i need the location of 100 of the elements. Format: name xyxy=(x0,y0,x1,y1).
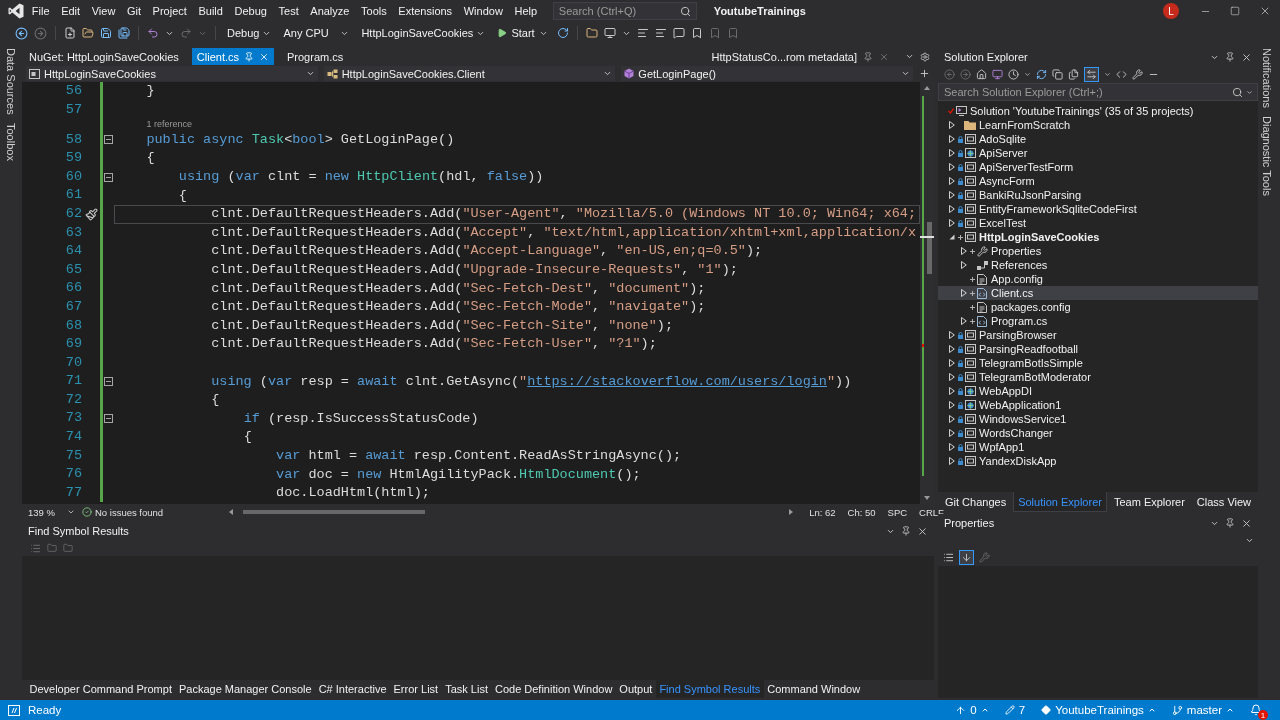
close-icon[interactable] xyxy=(1241,51,1252,63)
bell-icon[interactable] xyxy=(1250,704,1262,716)
caret-icon[interactable] xyxy=(1246,88,1253,96)
code-icon[interactable] xyxy=(1116,69,1127,80)
undo-icon[interactable] xyxy=(147,27,159,39)
paintbrush-icon[interactable] xyxy=(84,207,98,221)
tree-item[interactable]: EntityFrameworkSqliteCodeFirst xyxy=(938,202,1258,216)
close-icon[interactable] xyxy=(1241,517,1252,529)
maximize-icon[interactable] xyxy=(1230,6,1240,16)
outgoing-commits-button[interactable]: 0 xyxy=(955,704,989,716)
tree-item[interactable]: App.config xyxy=(938,272,1258,286)
align-left-icon[interactable] xyxy=(636,27,649,39)
menu-item[interactable]: Analyze xyxy=(304,0,356,22)
panel-tab[interactable]: Git Changes xyxy=(940,492,1012,512)
pin-icon[interactable] xyxy=(901,526,911,536)
tree-item[interactable]: packages.config xyxy=(938,300,1258,314)
startup-project-dropdown[interactable]: HttpLoginSaveCookies xyxy=(358,24,489,42)
start-button[interactable]: Start xyxy=(494,24,551,42)
settings-icon[interactable] xyxy=(920,51,930,62)
menu-item[interactable]: Test xyxy=(272,0,305,22)
navigation-dropdown[interactable]: HttpLoginSaveCookies xyxy=(26,66,318,81)
panel-tab[interactable]: C# Interactive xyxy=(315,680,391,698)
tree-item[interactable]: HttpLoginSaveCookies xyxy=(938,230,1258,244)
panel-tab[interactable]: Output xyxy=(615,680,656,698)
monitor-icon[interactable] xyxy=(603,27,616,39)
pin-icon[interactable] xyxy=(1225,52,1235,62)
tree-item[interactable]: Program.cs xyxy=(938,314,1258,328)
collapsed-arrow-icon[interactable] xyxy=(948,457,955,465)
arrow-down-icon[interactable] xyxy=(959,549,974,565)
repository-button[interactable]: YoutubeTrainings xyxy=(1041,704,1156,716)
tree-item[interactable]: WpfApp1 xyxy=(938,440,1258,454)
tree-item[interactable]: BankiRuJsonParsing xyxy=(938,188,1258,202)
collapsed-arrow-icon[interactable] xyxy=(948,191,955,199)
tree-item[interactable]: ParsingBrowser xyxy=(938,328,1258,342)
issues-indicator[interactable]: No issues found xyxy=(82,506,164,518)
collapsed-arrow-icon[interactable] xyxy=(948,373,955,381)
pin-icon[interactable] xyxy=(1225,518,1235,528)
plus-icon[interactable] xyxy=(919,68,930,79)
redo-icon[interactable] xyxy=(180,27,192,39)
check-circle-icon[interactable] xyxy=(82,507,92,517)
forward-icon[interactable] xyxy=(34,26,47,40)
caret-icon[interactable] xyxy=(66,508,75,516)
menu-item[interactable]: Help xyxy=(508,0,543,22)
menu-item[interactable]: Extensions xyxy=(392,0,458,22)
collapsed-arrow-icon[interactable] xyxy=(960,317,967,325)
collapsed-arrow-icon[interactable] xyxy=(948,177,955,185)
tree-item[interactable]: YandexDiskApp xyxy=(938,454,1258,468)
menu-item[interactable]: Debug xyxy=(228,0,273,22)
collapsed-arrow-icon[interactable] xyxy=(948,219,955,227)
platform-dropdown[interactable]: Any CPU xyxy=(280,24,353,42)
menu-item[interactable]: Project xyxy=(146,0,193,22)
branch-button[interactable]: master xyxy=(1171,704,1234,716)
menu-item[interactable]: Tools xyxy=(355,0,393,22)
pin-icon[interactable] xyxy=(863,51,873,62)
panel-tab[interactable]: Package Manager Console xyxy=(175,680,316,698)
tree-item[interactable]: ParsingReadfootball xyxy=(938,342,1258,356)
branch-icon[interactable] xyxy=(1171,704,1183,716)
menu-item[interactable]: View xyxy=(85,0,122,22)
wrench-icon[interactable] xyxy=(1132,69,1143,80)
caret-icon[interactable] xyxy=(980,706,989,714)
collapse-icon[interactable] xyxy=(104,135,113,145)
copy-icon[interactable] xyxy=(1052,69,1063,80)
collapsed-arrow-icon[interactable] xyxy=(948,443,955,451)
folder-icon[interactable] xyxy=(585,27,598,39)
caret-icon[interactable] xyxy=(603,69,613,78)
clock-icon[interactable] xyxy=(1008,69,1019,80)
tree-item[interactable]: WebApplication1 xyxy=(938,398,1258,412)
search-icon[interactable] xyxy=(1232,86,1243,98)
side-tab[interactable]: Notifications xyxy=(1261,48,1273,108)
menu-item[interactable]: File xyxy=(26,0,56,22)
tree-item[interactable]: Client.cs xyxy=(938,286,1258,300)
refresh-icon[interactable] xyxy=(1036,69,1047,80)
tree-item[interactable]: WebAppDI xyxy=(938,384,1258,398)
collapsed-arrow-icon[interactable] xyxy=(960,247,967,255)
document-tab[interactable]: Program.cs xyxy=(282,48,349,65)
search-field[interactable]: Search (Ctrl+Q) xyxy=(552,2,697,20)
open-folder-icon[interactable] xyxy=(82,27,94,39)
search-input[interactable]: Search Solution Explorer (Ctrl+;) xyxy=(939,84,1229,100)
configuration-dropdown[interactable]: Debug xyxy=(224,24,275,42)
list-icon[interactable] xyxy=(943,551,954,563)
tree-item[interactable]: ApiServerTestForm xyxy=(938,160,1258,174)
panel-tab[interactable]: Command Window xyxy=(763,680,864,698)
menu-item[interactable]: Git xyxy=(121,0,147,22)
caret-icon[interactable] xyxy=(1226,706,1234,714)
search-icon[interactable] xyxy=(679,5,691,17)
panel-tab[interactable]: Class View xyxy=(1191,492,1257,512)
collapse-icon[interactable] xyxy=(104,377,113,387)
caret-icon[interactable] xyxy=(1024,71,1031,78)
collapsed-arrow-icon[interactable] xyxy=(960,289,967,297)
side-tab[interactable]: Data Sources xyxy=(5,48,17,115)
pending-changes-button[interactable]: 7 xyxy=(1004,704,1026,716)
tree-item[interactable]: Solution 'YoutubeTrainings' (35 of 35 projects) xyxy=(938,104,1258,118)
collapsed-arrow-icon[interactable] xyxy=(948,205,955,213)
close-icon[interactable] xyxy=(259,51,269,62)
document-tab[interactable]: Client.cs xyxy=(191,48,274,65)
tree-item[interactable]: AdoSqlite xyxy=(938,132,1258,146)
document-tab[interactable]: NuGet: HttpLoginSaveCookies xyxy=(24,48,184,65)
back-icon[interactable] xyxy=(15,26,28,40)
save-all-icon[interactable] xyxy=(118,27,130,39)
pin-icon[interactable] xyxy=(244,51,254,62)
